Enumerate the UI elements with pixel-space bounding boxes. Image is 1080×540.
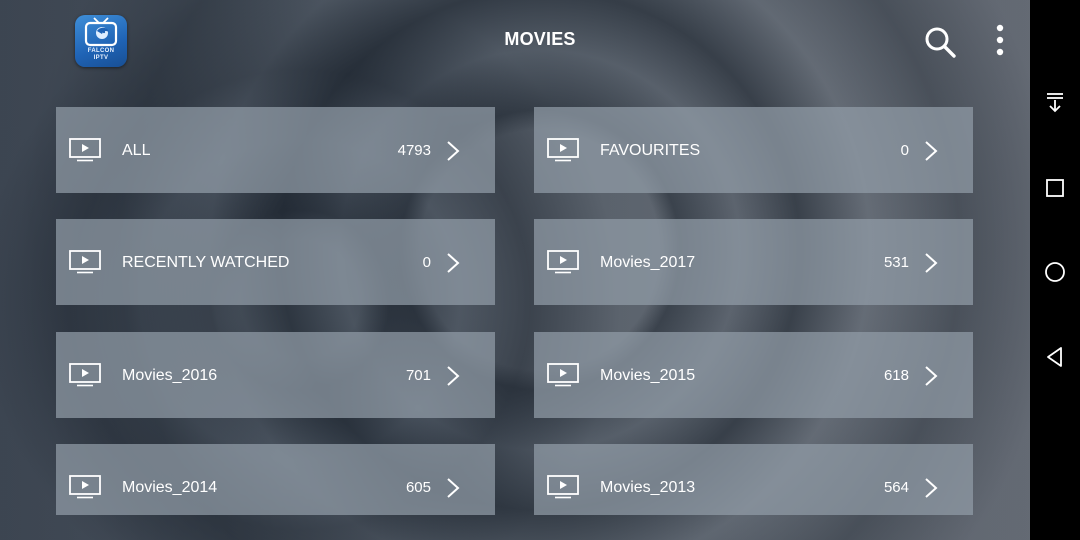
chevron-right-icon xyxy=(447,141,460,161)
category-tile[interactable]: Movies_2014 605 xyxy=(56,444,495,515)
tv-play-icon xyxy=(69,138,101,162)
tv-play-icon xyxy=(547,250,579,274)
category-tile[interactable]: RECENTLY WATCHED 0 xyxy=(56,219,495,305)
category-label: FAVOURITES xyxy=(600,142,701,159)
tv-play-icon xyxy=(547,138,579,162)
category-label: ALL xyxy=(122,142,151,159)
category-label: Movies_2015 xyxy=(600,367,696,384)
notification-pull-down-button[interactable] xyxy=(1042,89,1068,115)
category-tile[interactable]: Movies_2013 564 xyxy=(534,444,973,515)
category-label: RECENTLY WATCHED xyxy=(122,254,290,271)
chevron-right-icon xyxy=(925,253,938,273)
recents-button[interactable] xyxy=(1042,175,1068,201)
chevron-right-icon xyxy=(447,478,460,498)
category-label: Movies_2014 xyxy=(122,479,218,496)
chevron-right-icon xyxy=(925,366,938,386)
tv-play-icon xyxy=(547,475,579,499)
category-count: 701 xyxy=(405,367,431,384)
tv-play-icon xyxy=(69,475,101,499)
home-circle-icon xyxy=(1045,262,1065,282)
app-logo[interactable]: FALCON IPTV xyxy=(75,15,127,67)
category-count: 531 xyxy=(883,254,909,271)
chevron-right-icon xyxy=(447,366,460,386)
app-background: FALCON IPTV MOVIES ALL 4793 FAVOURITES 0 REC… xyxy=(0,0,1030,540)
category-tile[interactable]: ALL 4793 xyxy=(56,107,495,193)
category-tile[interactable]: Movies_2016 701 xyxy=(56,332,495,418)
category-label: Movies_2016 xyxy=(122,367,218,384)
category-count: 605 xyxy=(405,479,431,496)
category-label: Movies_2017 xyxy=(600,254,696,271)
logo-text-iptv: IPTV xyxy=(93,55,109,61)
notification-pull-down-icon xyxy=(1047,93,1063,113)
page-title: MOVIES xyxy=(504,29,576,49)
recents-square-icon xyxy=(1046,179,1064,197)
category-tile[interactable]: Movies_2015 618 xyxy=(534,332,973,418)
android-nav-bar xyxy=(1030,0,1080,540)
category-count: 618 xyxy=(883,367,909,384)
tv-play-icon xyxy=(69,363,101,387)
category-count: 564 xyxy=(883,479,909,496)
chevron-right-icon xyxy=(925,478,938,498)
logo-text-falcon: FALCON xyxy=(87,48,115,54)
tv-play-icon xyxy=(547,363,579,387)
category-count: 0 xyxy=(900,142,909,159)
search-button[interactable] xyxy=(922,24,958,60)
more-options-button[interactable] xyxy=(986,22,1014,60)
back-triangle-icon xyxy=(1047,347,1062,367)
tv-play-icon xyxy=(69,250,101,274)
chevron-right-icon xyxy=(925,141,938,161)
category-label: Movies_2013 xyxy=(600,479,696,496)
category-count: 0 xyxy=(422,254,431,271)
chevron-right-icon xyxy=(447,253,460,273)
category-count: 4793 xyxy=(397,142,431,159)
search-icon xyxy=(925,27,956,58)
screen: FALCON IPTV MOVIES ALL 4793 FAVOURITES 0 REC… xyxy=(0,0,1080,540)
category-tile[interactable]: Movies_2017 531 xyxy=(534,219,973,305)
back-button[interactable] xyxy=(1042,344,1068,370)
category-tile[interactable]: FAVOURITES 0 xyxy=(534,107,973,193)
home-button[interactable] xyxy=(1042,259,1068,285)
more-vertical-icon xyxy=(996,24,1004,56)
